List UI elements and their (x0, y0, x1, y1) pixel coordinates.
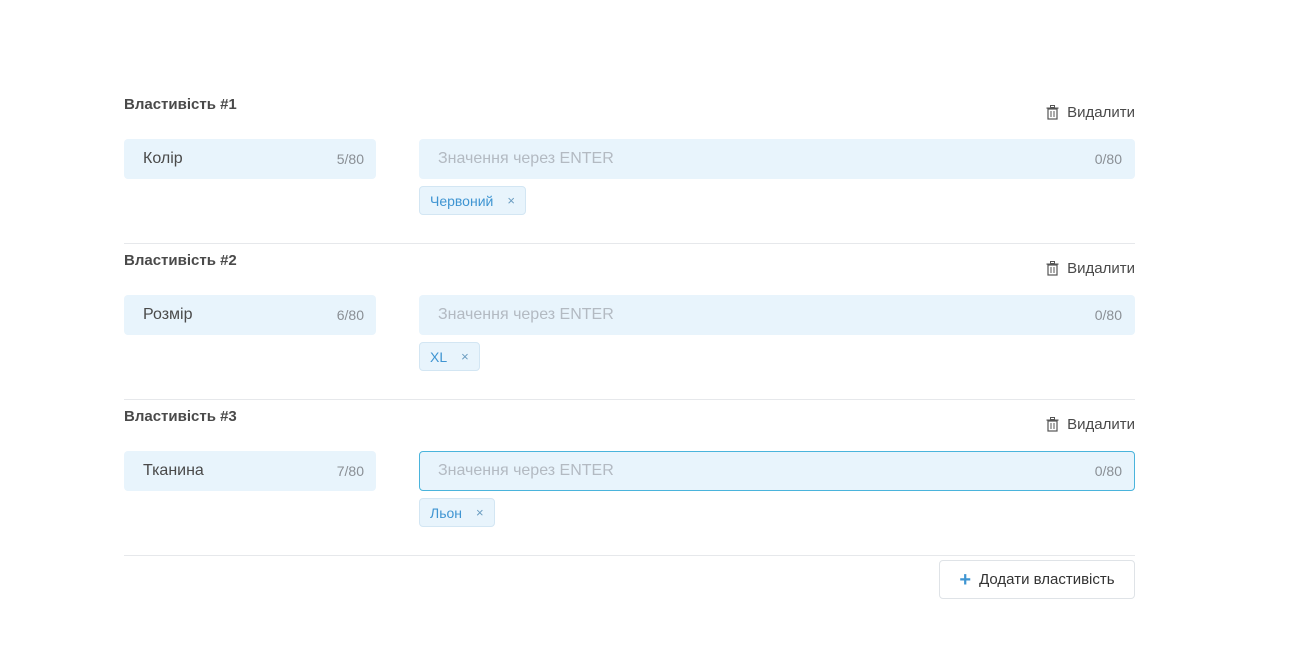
tag-remove-icon[interactable]: × (476, 505, 484, 520)
trash-icon (1046, 417, 1059, 432)
property-name-value: Тканина (143, 462, 204, 479)
value-char-counter: 0/80 (1094, 463, 1122, 479)
property-name-value: Розмір (143, 306, 193, 323)
delete-property-button[interactable]: Видалити (1046, 260, 1135, 277)
delete-property-button[interactable]: Видалити (1046, 104, 1135, 121)
tag-label: XL (430, 348, 448, 365)
add-property-label: Додати властивість (979, 571, 1115, 588)
plus-icon: + (959, 568, 972, 591)
name-char-counter: 6/80 (336, 307, 364, 323)
value-tag: Червоний × (419, 186, 526, 215)
value-placeholder: Значення через ENTER (438, 150, 614, 167)
delete-label: Видалити (1067, 416, 1135, 433)
property-value-input[interactable]: Значення через ENTER 0/80 (419, 295, 1135, 335)
property-value-input[interactable]: Значення через ENTER 0/80 (419, 139, 1135, 179)
property-title: Властивість #3 (124, 408, 237, 425)
property-value-input[interactable]: Значення через ENTER 0/80 (419, 451, 1135, 491)
value-placeholder: Значення через ENTER (438, 306, 614, 323)
add-property-button[interactable]: + Додати властивість (939, 560, 1135, 599)
property-block: Властивість #3 Видалити Тканина 7/80 Зна… (124, 400, 1135, 556)
delete-label: Видалити (1067, 104, 1135, 121)
property-block: Властивість #1 Видалити Колір 5/80 Значе… (124, 88, 1135, 244)
value-placeholder: Значення через ENTER (438, 462, 614, 479)
name-char-counter: 7/80 (336, 463, 364, 479)
property-name-input[interactable]: Колір 5/80 (124, 139, 376, 179)
value-tag: Льон × (419, 498, 495, 527)
tag-label: Червоний (430, 192, 494, 209)
tag-label: Льон (430, 504, 462, 521)
property-name-input[interactable]: Розмір 6/80 (124, 295, 376, 335)
delete-property-button[interactable]: Видалити (1046, 416, 1135, 433)
property-name-input[interactable]: Тканина 7/80 (124, 451, 376, 491)
value-char-counter: 0/80 (1094, 307, 1122, 323)
name-char-counter: 5/80 (336, 151, 364, 167)
tag-remove-icon[interactable]: × (507, 193, 515, 208)
properties-list: Властивість #1 Видалити Колір 5/80 Значе… (124, 88, 1135, 556)
value-char-counter: 0/80 (1094, 151, 1122, 167)
delete-label: Видалити (1067, 260, 1135, 277)
property-block: Властивість #2 Видалити Розмір 6/80 Знач… (124, 244, 1135, 400)
trash-icon (1046, 105, 1059, 120)
property-name-value: Колір (143, 150, 183, 167)
property-title: Властивість #1 (124, 96, 237, 113)
trash-icon (1046, 261, 1059, 276)
value-tag: XL × (419, 342, 480, 371)
property-title: Властивість #2 (124, 252, 237, 269)
tag-remove-icon[interactable]: × (461, 349, 469, 364)
